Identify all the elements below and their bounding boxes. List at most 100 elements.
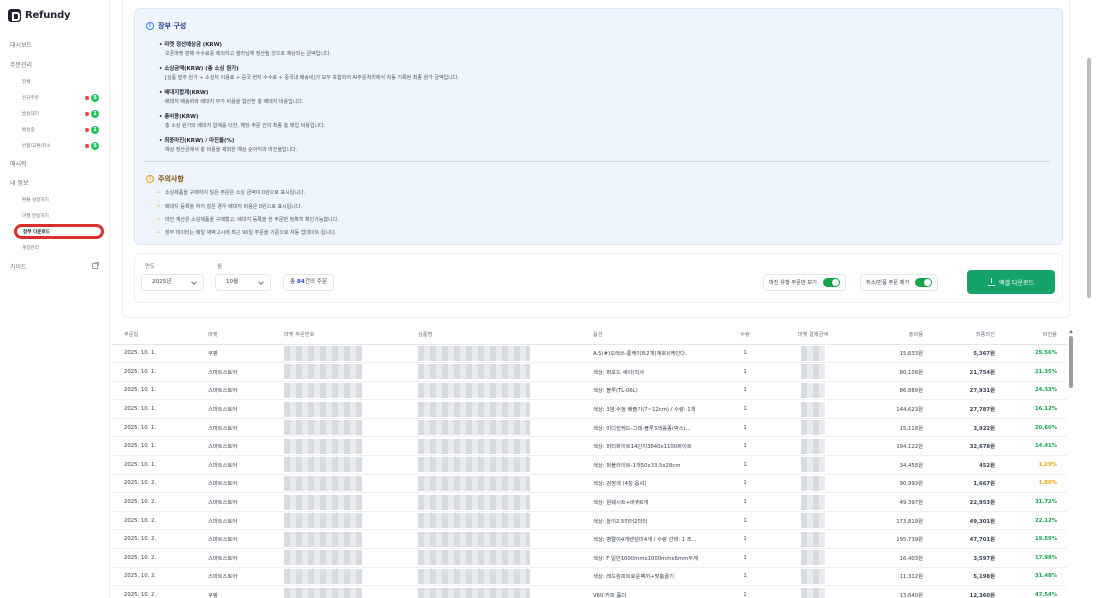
table-row[interactable]: 2025. 10. 1. 스마트스토어 색상: 퍼포드 새이(직사 1 80,136원 2… (112, 362, 1067, 382)
column-header[interactable]: 최종마진 (933, 325, 1005, 345)
app-logo[interactable]: Refundy (8, 9, 71, 22)
redacted-block (801, 587, 825, 598)
table-row[interactable]: 2025. 10. 1. 쿠팡 A.5(#)오래쓰-롱케이트2개(계호)(케인다. 1… (112, 344, 1067, 364)
order-date-cell: 2025. 10. 2. (112, 585, 196, 598)
total-cost-text: 173,819원 (896, 518, 923, 525)
market-cell: 스마트스토어 (196, 436, 272, 457)
final-margin-cell: 3,597원 (933, 548, 1005, 568)
column-header[interactable]: 옵션 (581, 325, 725, 345)
month-select[interactable]: 10월 (215, 274, 271, 291)
column-header[interactable]: 마켓 주문번호 (272, 325, 406, 345)
scrollbar-thumb[interactable] (1069, 336, 1073, 388)
caution-item: 마진 계산은 소싱제품을 구매했고, 배대지 등록을 한 주문만 정확히 확인가… (157, 216, 339, 223)
redacted-block (418, 475, 530, 491)
redacted-block (418, 550, 530, 566)
order-date-text: 2025. 10. 2. (124, 536, 157, 543)
market-cell: 스마트스토어 (196, 548, 272, 568)
definition-settlement: • 마켓 정산예상금 (KRW) 오픈마켓 판매 수수료를 제외하고 셀러님께 … (159, 40, 331, 57)
market-text: 스마트스토어 (208, 369, 238, 376)
sidebar-item-guide[interactable]: 가이드 (10, 262, 27, 271)
market-text: 쿠팡 (208, 593, 218, 598)
order-date-text: 2025. 10. 1. (124, 368, 157, 375)
redacted-block (418, 568, 530, 584)
order-date-cell: 2025. 10. 1. (112, 399, 196, 419)
sidebar-item-returns[interactable]: 반품/교환/취소 (22, 143, 50, 149)
table-row[interactable]: 2025. 10. 1. 스마트스토어 색상: 미디엄케드-그레-블루3색롤종(박스… (112, 418, 1067, 438)
redacted-block (284, 438, 362, 454)
year-label: 연도 (145, 264, 155, 270)
order-date-cell: 2025. 10. 1. (112, 344, 196, 364)
sidebar-item-account[interactable]: 계정관리 (22, 245, 39, 251)
sidebar-item-new-orders[interactable]: 신규주문 (22, 95, 39, 101)
final-margin-text: 452원 (979, 462, 995, 469)
quantity-cell: 1 (725, 585, 765, 598)
table-row[interactable]: 2025. 10. 1. 스마트스토어 색상: 3염 수정 배출기(7~12cm) … (112, 399, 1067, 419)
market-cell: 쿠팡 (196, 585, 272, 598)
table-body: 2025. 10. 1. 쿠팡 A.5(#)오래쓰-롱케이트2개(계호)(케인다. 1… (112, 344, 1067, 598)
table-row[interactable]: 2025. 10. 2. 스마트스토어 색상: 레드원피트로운팩끼+맞춤끌기 1 11,… (112, 567, 1067, 587)
exclude-cancel-toggle[interactable]: 취소/반품 주문 제거 (860, 274, 939, 291)
margin-only-toggle[interactable]: 마진 유형 주문만 보기 (763, 274, 846, 291)
excel-download-button[interactable]: 엑셀 다운로드 (967, 270, 1055, 294)
sidebar-item-orders[interactable]: 주문관리 (10, 60, 32, 69)
sidebar-item-my-info[interactable]: 내 정보 (10, 178, 28, 187)
table-row[interactable]: 2025. 10. 2. 스마트스토어 색상: 원웨시트+바퀴6개 1 49,397원 2… (112, 492, 1067, 512)
toggle-switch[interactable] (822, 278, 840, 287)
margin-rate-cell: 17.98% (1005, 548, 1067, 568)
table-row[interactable]: 2025. 10. 1. 스마트스토어 색상: 블루(TL-06L) 1 86,889원… (112, 381, 1067, 401)
redacted-block (284, 531, 362, 547)
year-select[interactable]: 2025년 (141, 274, 204, 291)
sidebar-item-ledger-download[interactable]: 장부 다운로드 (14, 224, 104, 239)
order-date-cell: 2025. 10. 2. (112, 492, 196, 512)
margin-rate-cell: 16.12% (1005, 399, 1067, 419)
product-name-cell (406, 362, 581, 382)
table-row[interactable]: 2025. 10. 2. 스마트스토어 색상: 병렬이4개렌섬미4개 / 수량 선택… (112, 529, 1067, 550)
order-date-text: 2025. 10. 1. (124, 424, 157, 431)
sidebar-item-history[interactable]: 매시력 (10, 159, 27, 168)
column-header[interactable]: 총비용 (861, 325, 933, 345)
page-scrollbar[interactable] (1086, 0, 1092, 318)
product-name-cell (406, 529, 581, 550)
column-header[interactable]: 수량 (725, 325, 765, 345)
margin-rate-text: 24.33% (1034, 387, 1057, 394)
table-row[interactable]: 2025. 10. 1. 스마트스토어 색상: 퍼블라이트-1개50x33.5x28… (112, 455, 1067, 475)
option-text: 색상: 퍼티화이트14인치3840x1100화이트 (593, 444, 692, 451)
sidebar-item-refund-settings[interactable]: 환불 설정하기 (22, 197, 49, 203)
sidebar-item-all[interactable]: 전체 (22, 79, 30, 85)
table-row[interactable]: 2025. 10. 2. 스마트스토어 색상: 높이2.5미터2미터 1 173,819… (112, 511, 1067, 531)
column-header[interactable]: 마진율 (1005, 325, 1067, 345)
table-scrollbar[interactable] (1067, 330, 1075, 598)
column-header[interactable]: 주문일 (112, 325, 196, 345)
margin-rate-text: 21.35% (1034, 368, 1057, 375)
info-title: i 장부 구성 (146, 21, 186, 31)
market-order-no-cell (272, 529, 406, 550)
option-cell: 색상: 검정색 (4칭 옵셔) (581, 474, 725, 494)
final-margin-cell: 1,667원 (933, 474, 1005, 494)
sidebar-item-market-connect[interactable]: 마켓 연동하기 (22, 213, 49, 219)
table-row[interactable]: 2025. 10. 1. 스마트스토어 색상: 퍼티화이트14인치3840x1100… (112, 436, 1067, 457)
column-header[interactable]: 마켓 (196, 325, 272, 345)
column-header[interactable]: 상품명 (406, 325, 581, 345)
count-badge: 1 (91, 110, 99, 118)
scrollbar-thumb[interactable] (1087, 58, 1091, 298)
market-cell: 스마트스토어 (196, 492, 272, 512)
sidebar-item-in-transit[interactable]: 배송중 (22, 127, 35, 133)
product-name-cell (406, 418, 581, 438)
table-row[interactable]: 2025. 10. 2. 쿠팡 V60 커피 홀더 1 13,640원 12,360원 47… (112, 585, 1067, 598)
scroll-up-arrow-icon[interactable] (1069, 330, 1073, 333)
external-link-icon (92, 262, 99, 269)
sidebar-item-dashboard[interactable]: 대시보드 (10, 40, 32, 49)
market-order-no-cell (272, 418, 406, 438)
redacted-block (418, 438, 530, 454)
final-margin-cell: 47,701원 (933, 529, 1005, 550)
sidebar-item-awaiting-shipment[interactable]: 발송대기 (22, 111, 39, 117)
table-row[interactable]: 2025. 10. 2. 스마트스토어 색상: 검정색 (4칭 옵셔) 1 90,993… (112, 474, 1067, 494)
table-row[interactable]: 2025. 10. 2. 스마트스토어 색상: F 일반1000mmx1000mmx… (112, 548, 1067, 568)
total-orders-badge: 총 84건의 주문 (283, 274, 335, 291)
awaiting-badge: 1 (85, 110, 99, 118)
redacted-block (418, 494, 530, 510)
toggle-switch[interactable] (915, 278, 933, 287)
column-header[interactable]: 마켓 결제금액 (765, 325, 861, 345)
order-date-cell: 2025. 10. 1. (112, 362, 196, 382)
order-date-text: 2025. 10. 1. (124, 461, 157, 468)
